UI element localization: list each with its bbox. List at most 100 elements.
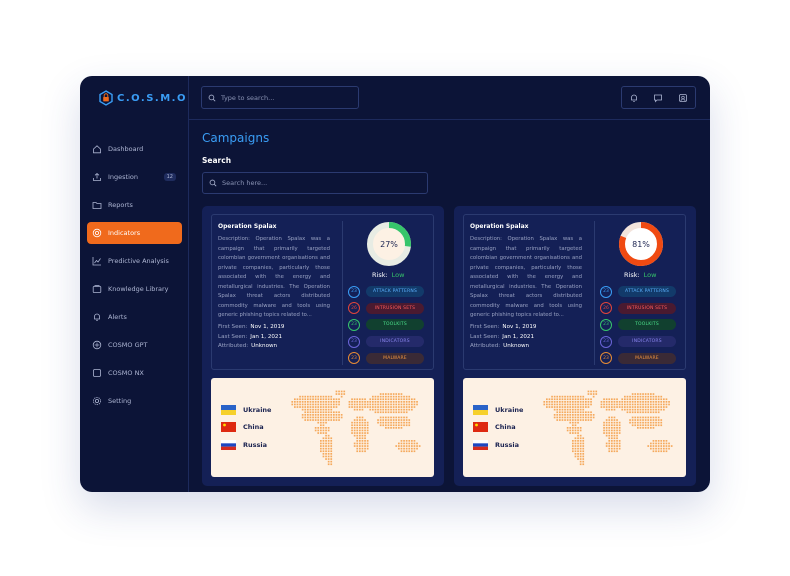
sidebar-item-cosmo-nx[interactable]: COSMO NX — [87, 362, 182, 384]
map-dot — [652, 427, 655, 429]
map-dot — [338, 416, 340, 419]
map-dot — [385, 398, 387, 401]
map-dot — [392, 427, 395, 429]
sidebar-item-ingestion[interactable]: Ingestion 12 — [87, 166, 182, 188]
map-dot — [608, 424, 611, 427]
tag-intrusion-sets[interactable]: 26 INTRUSION SETS — [600, 302, 682, 315]
tag-attack-patterns[interactable]: 23 ATTACK PATTERNS — [600, 285, 682, 298]
map-dot — [644, 398, 647, 401]
map-dot — [616, 427, 618, 429]
map-dot — [379, 401, 382, 403]
map-dot — [330, 455, 333, 458]
map-dot — [356, 427, 359, 429]
map-dot — [556, 401, 559, 403]
map-dot — [416, 442, 418, 445]
map-dot — [374, 406, 377, 408]
map-dot — [330, 458, 333, 460]
map-dot — [613, 406, 616, 408]
campaign-card[interactable]: Operation Spalax Description: Operation … — [202, 206, 444, 486]
tag-list: 23 ATTACK PATTERNS 26 INTRUSION SETS 23 TOO… — [348, 285, 430, 368]
map-dot — [325, 447, 327, 450]
chat-icon[interactable] — [653, 93, 663, 103]
notification-bell-icon[interactable] — [629, 93, 639, 103]
sidebar-item-setting[interactable]: Setting — [87, 390, 182, 412]
map-dot — [325, 455, 327, 458]
map-dot — [569, 403, 572, 406]
map-dot — [582, 463, 585, 466]
campaign-search-input[interactable]: Search here... — [202, 172, 428, 194]
map-dot — [572, 427, 574, 429]
map-dot — [561, 414, 564, 416]
map-dot — [569, 406, 572, 408]
map-dot — [364, 421, 366, 424]
map-dot — [637, 411, 639, 414]
map-dot — [411, 398, 413, 401]
map-dot — [330, 463, 333, 466]
country-item: China — [473, 422, 523, 433]
map-dot — [379, 395, 382, 398]
map-dot — [398, 408, 400, 411]
tag-intrusion-sets[interactable]: 26 INTRUSION SETS — [348, 302, 430, 315]
map-dot — [577, 453, 579, 455]
map-dot — [652, 393, 655, 395]
map-dot — [559, 411, 561, 414]
map-dot — [348, 403, 351, 406]
tag-toolkits[interactable]: 23 TOOLKITS — [600, 318, 682, 331]
tag-attack-patterns[interactable]: 23 ATTACK PATTERNS — [348, 285, 430, 298]
map-dot — [655, 401, 657, 403]
map-dot — [366, 432, 369, 434]
tag-malware[interactable]: 23 MALWARE — [600, 352, 682, 365]
sidebar-item-cosmo-gpt[interactable]: COSMO GPT — [87, 334, 182, 356]
map-dot — [330, 411, 333, 414]
map-dot — [398, 395, 400, 398]
tag-indicators[interactable]: 23 INDICATORS — [348, 335, 430, 348]
map-dot — [335, 419, 338, 421]
map-dot — [660, 424, 663, 427]
map-dot — [314, 408, 317, 411]
sidebar-item-reports[interactable]: Reports — [87, 194, 182, 216]
map-dot — [657, 401, 660, 403]
map-dot — [382, 421, 385, 424]
sidebar-item-knowledge-library[interactable]: Knowledge Library — [87, 278, 182, 300]
map-dot — [603, 403, 605, 406]
sidebar-item-alerts[interactable]: Alerts — [87, 306, 182, 328]
map-dot — [320, 416, 322, 419]
tag-indicators[interactable]: 23 INDICATORS — [600, 335, 682, 348]
global-search-input[interactable]: Type to search... — [201, 86, 359, 109]
map-dot — [314, 398, 317, 401]
attributed-value: Unknown — [503, 343, 530, 349]
map-dot — [631, 408, 634, 411]
sidebar-item-indicators[interactable]: Indicators — [87, 222, 182, 244]
map-dot — [359, 398, 361, 401]
map-dot — [579, 450, 582, 453]
map-dot — [372, 408, 374, 411]
map-dot — [582, 447, 585, 450]
logo[interactable]: C.O.S.M.O — [98, 90, 187, 106]
map-dot — [353, 401, 356, 403]
attributed-label: Attributed: — [218, 343, 249, 349]
map-dot — [385, 401, 387, 403]
map-dot — [631, 419, 634, 421]
map-dot — [356, 445, 359, 447]
map-dot — [408, 450, 411, 453]
campaign-details: Operation Spalax Description: Operation … — [470, 223, 582, 352]
map-dot — [631, 424, 634, 427]
tag-malware[interactable]: 23 MALWARE — [348, 352, 430, 365]
map-dot — [296, 406, 299, 408]
map-dot — [304, 406, 307, 408]
map-dot — [566, 416, 569, 419]
tag-label: MALWARE — [366, 352, 424, 364]
sidebar-item-dashboard[interactable]: Dashboard — [87, 138, 182, 160]
map-dot — [559, 414, 561, 416]
sidebar-item-label: COSMO NX — [108, 369, 144, 377]
map-dot — [327, 408, 330, 411]
sidebar-item-predictive-analysis[interactable]: Predictive Analysis — [87, 250, 182, 272]
country-name: Ukraine — [495, 405, 524, 414]
profile-icon[interactable] — [678, 93, 688, 103]
map-dot — [320, 401, 322, 403]
campaign-card[interactable]: Operation Spalax Description: Operation … — [454, 206, 696, 486]
map-dot — [304, 398, 307, 401]
map-dot — [304, 411, 307, 414]
tag-toolkits[interactable]: 23 TOOLKITS — [348, 318, 430, 331]
china-flag-icon — [221, 422, 236, 432]
